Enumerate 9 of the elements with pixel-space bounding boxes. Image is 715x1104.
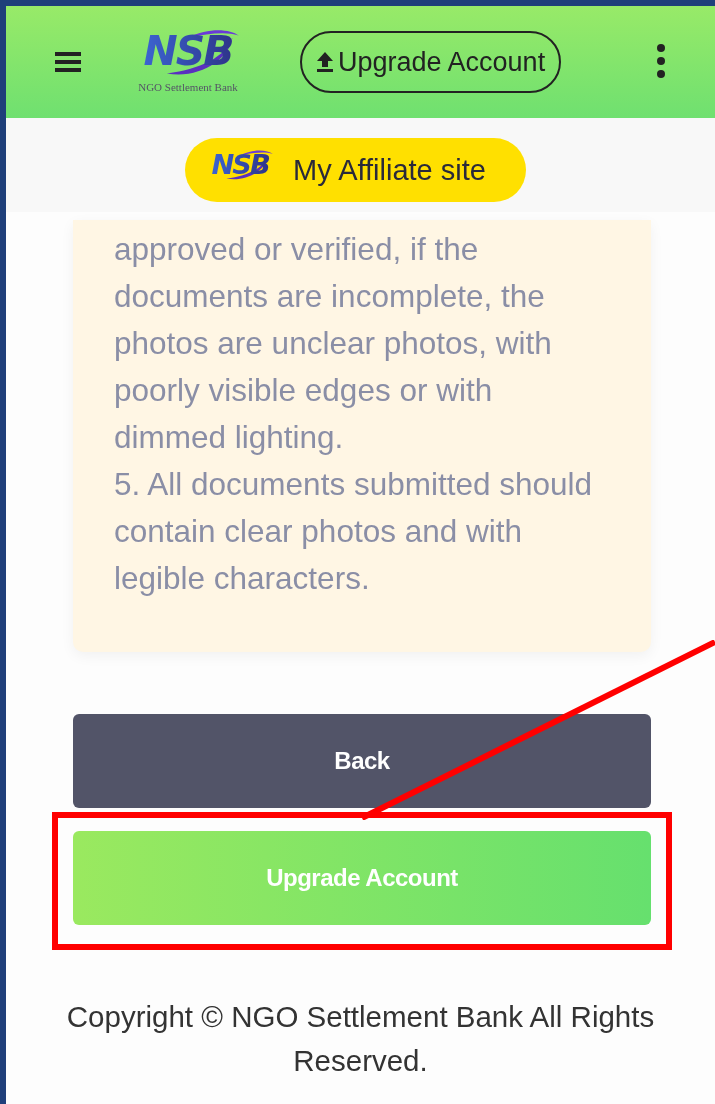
notice-paragraph: 5. All documents submitted should contain clear photos and with legible characters.	[114, 465, 594, 598]
more-icon	[657, 43, 665, 78]
menu-icon	[55, 52, 81, 72]
back-button[interactable]: Back	[73, 714, 651, 808]
logo-tagline: NGO Settlement Bank	[137, 81, 239, 93]
copyright-text: Copyright © NGO Settlement Bank All Rights Reserved.	[65, 999, 656, 1079]
notice-paragraph: approved or verified, if the documents are incomplete, the photos are unclear photos, with poorly visible edges or with dimmed lighting.	[114, 230, 553, 457]
upload-icon	[316, 51, 334, 73]
upgrade-account-button[interactable]: Upgrade Account	[300, 31, 562, 93]
